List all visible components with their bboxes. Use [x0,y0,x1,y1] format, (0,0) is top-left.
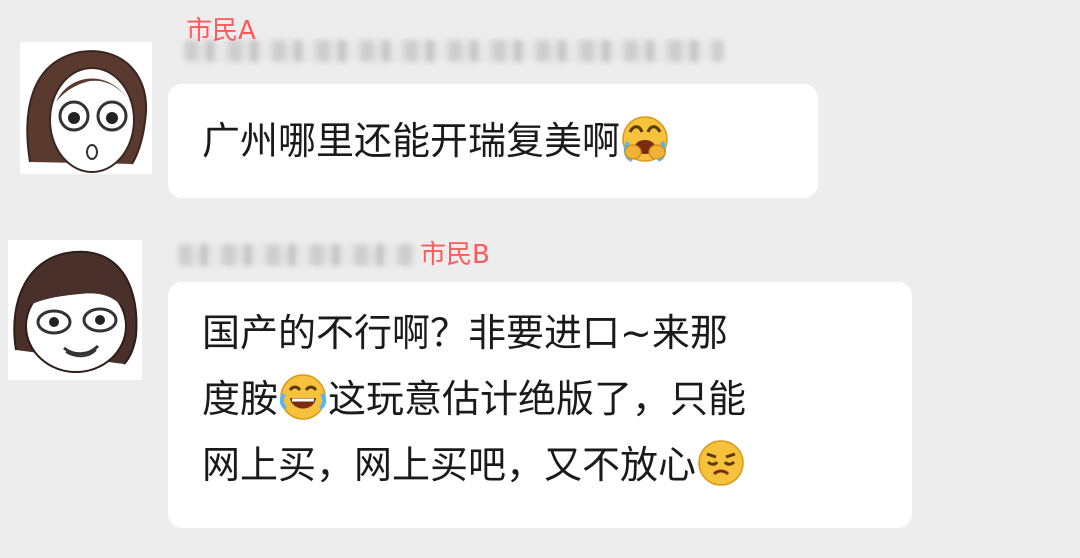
sender-name-a: 市民A [186,16,256,46]
message-text-b-part-2: 这玩意估计绝版了，只能 [328,377,747,421]
sender-name-b: 市民B [420,240,490,270]
chat-screen: { "messages": [ { "sender": "市民A", "text… [0,0,1080,558]
message-2-meta: 市民B [176,236,556,276]
avatar-b[interactable] [8,240,142,380]
message-text-a: 广州哪里还能开瑞复美啊 [202,119,621,163]
message-text-b-line-1: 国产的不行啊？非要进口~来那 [202,311,728,355]
avatar-a[interactable] [20,42,152,174]
worried-face-emoji-icon [696,438,746,488]
message-bubble-b[interactable]: 国产的不行啊？非要进口~来那 度胺 这玩意估计绝版了，只能 网上买，网上买吧，又… [168,282,912,528]
message-bubble-a[interactable]: 广州哪里还能开瑞复美啊 [168,84,818,198]
message-text-b-part-3: 网上买，网上买吧，又不放心 [202,443,697,487]
message-text-b-line-2: 度胺 这玩意估计绝版了，只能 [202,366,882,432]
message-text-b-line-3: 网上买，网上买吧，又不放心 [202,432,882,498]
blurred-id [178,244,416,266]
laugh-crying-emoji-icon [278,372,328,422]
message-1-meta: 市民A [176,12,736,62]
blurred-id [184,40,724,62]
message-text-b-part-1: 度胺 [202,377,279,421]
face-palm-crying-emoji-icon [620,114,670,164]
